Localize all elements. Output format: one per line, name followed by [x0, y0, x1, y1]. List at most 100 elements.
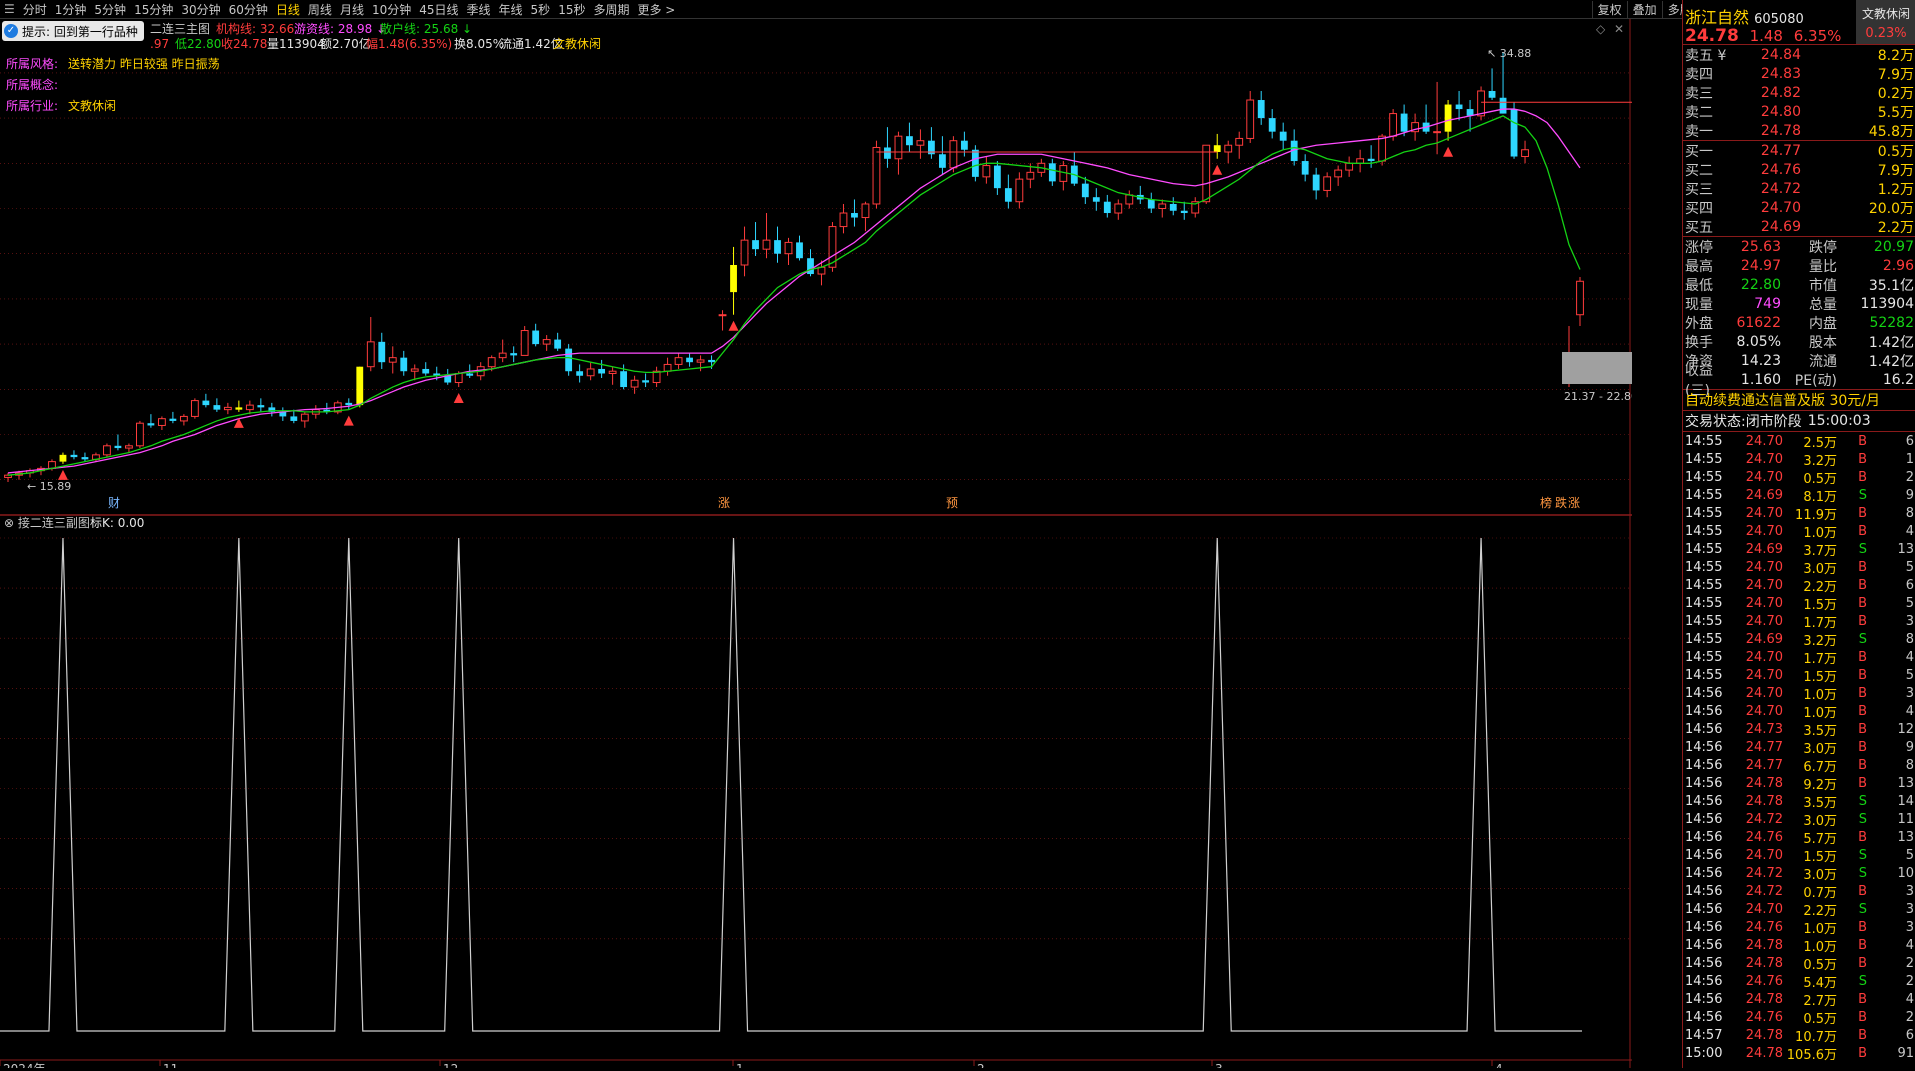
candle-body [290, 416, 298, 421]
industry-value: 文教休闲 [68, 98, 116, 113]
tick-row[interactable]: 14:55 24.69 3.2万 S 8 [1683, 630, 1915, 649]
tick-row[interactable]: 14:55 24.69 8.1万 S 9 [1683, 486, 1915, 505]
period-tab-15[interactable]: 多周期 [589, 1, 633, 18]
period-tab-4[interactable]: 30分钟 [177, 1, 224, 18]
period-tab-6[interactable]: 日线 [272, 1, 304, 18]
tick-row[interactable]: 14:56 24.78 3.5万 S 14 [1683, 792, 1915, 811]
period-tab-9[interactable]: 10分钟 [368, 1, 415, 18]
tick-price: 24.69 [1745, 631, 1783, 647]
industry-tag[interactable]: 文教休闲 0.23% [1856, 0, 1915, 44]
sell-row[interactable]: 卖一 24.78 45.8万 [1683, 121, 1915, 140]
toolbar-button-0[interactable]: 复权 [1591, 0, 1627, 18]
main-indicator-name[interactable]: 二连三主图 [150, 21, 210, 36]
tick-row[interactable]: 14:56 24.72 3.0万 S 11 [1683, 810, 1915, 829]
tick-row[interactable]: 14:56 24.70 2.2万 S 3 [1683, 900, 1915, 919]
tick-row[interactable]: 14:56 24.72 3.0万 S 10 [1683, 864, 1915, 883]
tick-volume: 1.5万 [1803, 669, 1837, 685]
sell-row[interactable]: 卖五 ¥ 24.84 8.2万 [1683, 45, 1915, 64]
tick-price: 24.78 [1745, 1027, 1783, 1043]
tick-side: S [1858, 811, 1867, 827]
tick-side: B [1858, 649, 1867, 665]
period-tab-3[interactable]: 15分钟 [130, 1, 177, 18]
buy-signal-triangle [1212, 164, 1223, 175]
candle-body [1224, 144, 1233, 153]
tick-row[interactable]: 14:55 24.70 1.5万 B 5 [1683, 666, 1915, 685]
tick-row[interactable]: 14:55 24.70 2.2万 B 6 [1683, 576, 1915, 595]
sell-row[interactable]: 卖二 24.80 5.5万 [1683, 102, 1915, 121]
tick-row[interactable]: 14:57 24.78 10.7万 B 6 [1683, 1026, 1915, 1045]
tick-row[interactable]: 14:55 24.70 0.5万 B 2 [1683, 468, 1915, 487]
period-tab-7[interactable]: 周线 [304, 1, 336, 18]
tick-row[interactable]: 14:55 24.70 2.5万 B 6 [1683, 432, 1915, 451]
sell-row[interactable]: 卖三 24.82 0.2万 [1683, 83, 1915, 102]
sub-indicator-name[interactable]: ⊗ 接二连三副图 [4, 515, 90, 530]
tip-tooltip[interactable]: ✓ 提示: 回到第一行品种 [2, 21, 144, 41]
candle-body [686, 357, 693, 363]
tick-time: 14:56 [1685, 973, 1723, 989]
tick-volume: 0.5万 [1803, 1011, 1837, 1027]
tick-row[interactable]: 14:56 24.76 1.0万 B 3 [1683, 918, 1915, 937]
tick-row[interactable]: 14:55 24.70 3.0万 B 5 [1683, 558, 1915, 577]
buy-row[interactable]: 买一 24.77 0.5万 [1683, 141, 1915, 160]
buy-row[interactable]: 买四 24.70 20.0万 [1683, 198, 1915, 217]
list-icon[interactable]: ☰ [0, 2, 19, 16]
tick-row[interactable]: 14:55 24.70 3.2万 B 1 [1683, 450, 1915, 469]
tick-row[interactable]: 14:56 24.76 0.5万 B 2 [1683, 1008, 1915, 1027]
event-mark[interactable]: 跌 [1555, 495, 1567, 510]
tick-row[interactable]: 14:56 24.77 3.0万 B 9 [1683, 738, 1915, 757]
period-tab-0[interactable]: 分时 [19, 1, 51, 18]
tick-row[interactable]: 14:56 24.78 9.2万 B 13 [1683, 774, 1915, 793]
period-tab-10[interactable]: 45日线 [415, 1, 462, 18]
sell-row[interactable]: 卖四 24.83 7.9万 [1683, 64, 1915, 83]
chart-area[interactable]: 34.0032.0030.0028.0026.0024.0022.0020.00… [0, 19, 1676, 1071]
tick-count: 13 [1897, 541, 1914, 557]
sell-price: 24.84 [1760, 46, 1801, 63]
tick-row[interactable]: 14:55 24.70 1.7万 B 3 [1683, 612, 1915, 631]
tick-row[interactable]: 14:55 24.70 1.7万 B 4 [1683, 648, 1915, 667]
tick-row[interactable]: 14:56 24.78 0.5万 B 2 [1683, 954, 1915, 973]
tick-row[interactable]: 14:55 24.70 1.5万 B 5 [1683, 594, 1915, 613]
tick-volume: 105.6万 [1786, 1047, 1837, 1063]
tick-row[interactable]: 14:56 24.78 1.0万 B 4 [1683, 936, 1915, 955]
tick-row[interactable]: 14:56 24.70 1.0万 B 3 [1683, 684, 1915, 703]
ad-banner[interactable]: 自动续费通达信普及版 30元/月 [1683, 390, 1915, 411]
period-tab-11[interactable]: 季线 [463, 1, 495, 18]
close-icon[interactable]: ✕ [1614, 22, 1624, 36]
candle-body [993, 165, 1001, 189]
event-mark[interactable]: 榜 [1540, 495, 1552, 510]
tick-row[interactable]: 15:00 24.78 105.6万 B 91 [1683, 1044, 1915, 1063]
event-mark[interactable]: 预 [946, 496, 958, 510]
period-tab-5[interactable]: 60分钟 [225, 1, 272, 18]
tick-row[interactable]: 14:56 24.73 3.5万 B 12 [1683, 720, 1915, 739]
tick-row[interactable]: 14:56 24.76 5.7万 B 13 [1683, 828, 1915, 847]
period-tab-16[interactable]: 更多 > [633, 1, 679, 18]
period-tab-1[interactable]: 1分钟 [51, 1, 91, 18]
settings-icon[interactable]: ◇ [1596, 22, 1606, 36]
period-tab-2[interactable]: 5分钟 [90, 1, 130, 18]
tick-row[interactable]: 14:56 24.70 1.0万 B 4 [1683, 702, 1915, 721]
event-mark[interactable]: 涨 [718, 495, 730, 510]
buy-row[interactable]: 买三 24.72 1.2万 [1683, 179, 1915, 198]
period-tab-13[interactable]: 5秒 [527, 1, 555, 18]
period-tab-14[interactable]: 15秒 [554, 1, 589, 18]
period-tab-12[interactable]: 年线 [495, 1, 527, 18]
tick-count: 5 [1905, 667, 1914, 683]
tick-row[interactable]: 14:56 24.76 5.4万 S 2 [1683, 972, 1915, 991]
tick-row[interactable]: 14:55 24.69 3.7万 S 13 [1683, 540, 1915, 559]
toolbar-button-1[interactable]: 叠加 [1626, 0, 1662, 18]
event-mark[interactable]: 涨 [1568, 495, 1580, 510]
buy-row[interactable]: 买二 24.76 7.9万 [1683, 160, 1915, 179]
period-tab-8[interactable]: 月线 [336, 1, 368, 18]
tick-row[interactable]: 14:55 24.70 11.9万 B 8 [1683, 504, 1915, 523]
buy-row[interactable]: 买五 24.69 2.2万 [1683, 217, 1915, 236]
event-mark[interactable]: 财 [108, 496, 120, 510]
tick-row[interactable]: 14:56 24.78 2.7万 B 4 [1683, 990, 1915, 1009]
candle-body [1257, 100, 1265, 119]
kline-chart-svg[interactable]: 34.0032.0030.0028.0026.0024.0022.0020.00… [0, 19, 1676, 1071]
candle-body [169, 418, 177, 421]
tick-list[interactable]: 14:55 24.70 2.5万 B 6 14:55 24.70 3.2万 B 1 14:55 24.… [1683, 432, 1915, 1063]
tick-row[interactable]: 14:56 24.77 6.7万 B 8 [1683, 756, 1915, 775]
tick-row[interactable]: 14:56 24.72 0.7万 B 3 [1683, 882, 1915, 901]
tick-row[interactable]: 14:56 24.70 1.5万 S 5 [1683, 846, 1915, 865]
tick-row[interactable]: 14:55 24.70 1.0万 B 4 [1683, 522, 1915, 541]
